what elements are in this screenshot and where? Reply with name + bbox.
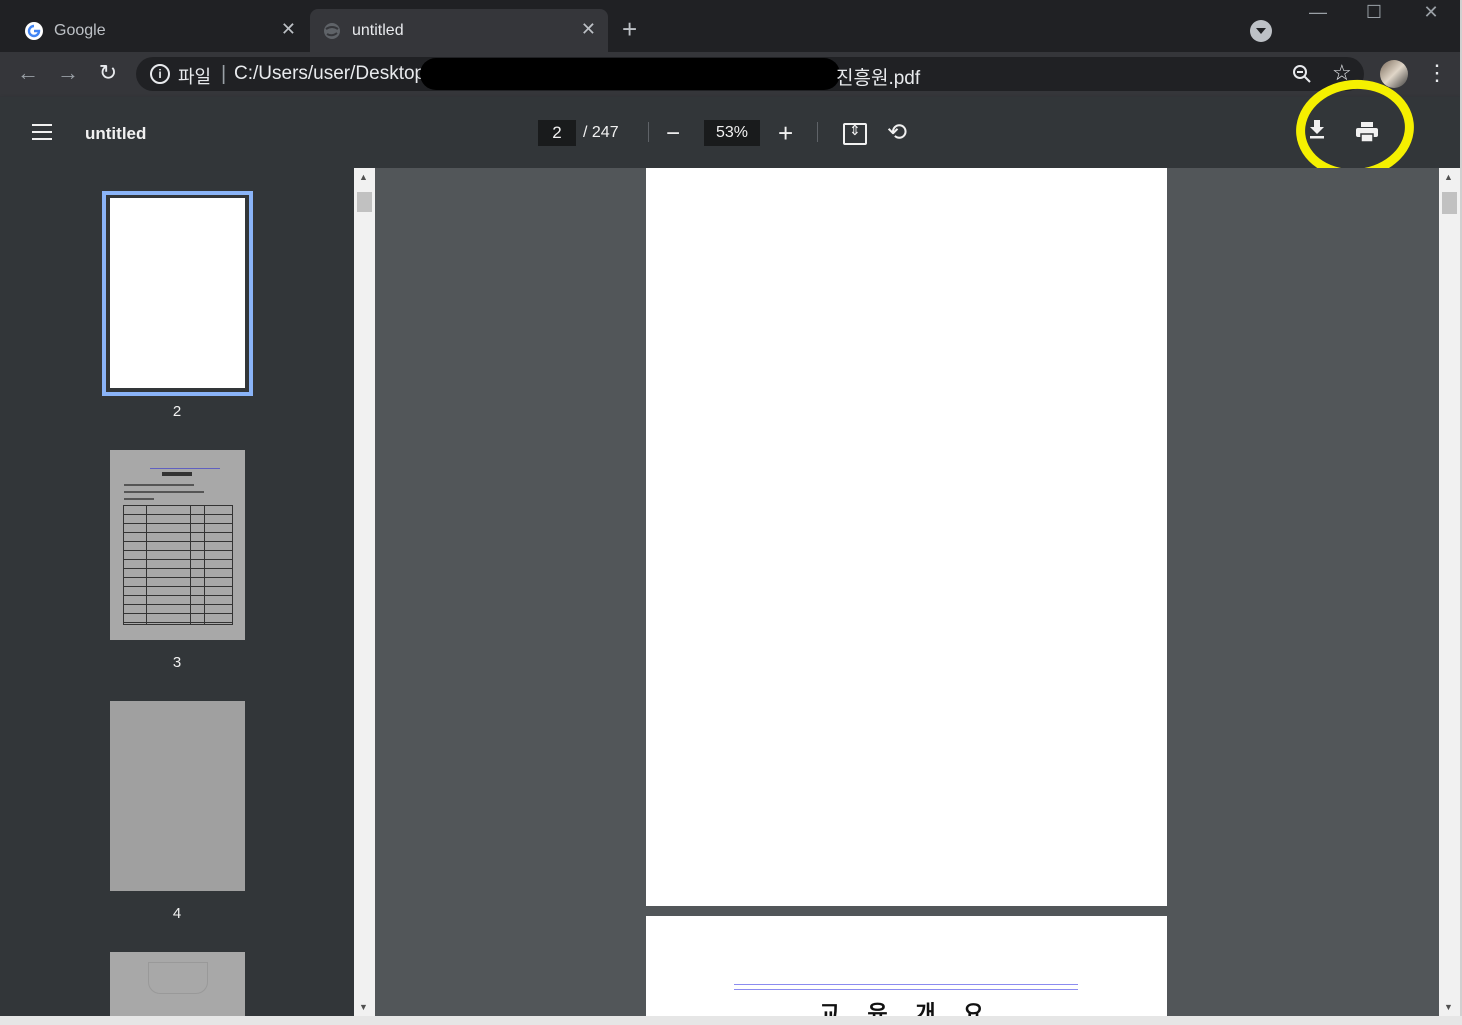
url-separator: |	[221, 63, 227, 85]
sidebar-scrollbar[interactable]: ▲ ▼	[354, 168, 375, 1016]
url-text-end[interactable]: 진흥원.pdf	[836, 63, 920, 90]
tab-title: Google	[54, 21, 106, 39]
thumbnail-heading-text	[162, 472, 192, 476]
thumbnail-table	[123, 505, 233, 625]
url-text-start[interactable]: C:/Users/user/Desktop/	[234, 63, 430, 85]
tab-google[interactable]: Google ✕	[12, 9, 308, 52]
thumbnail-emblem	[148, 962, 208, 994]
pdf-page-3: 교 육 개 요	[646, 916, 1167, 1016]
maximize-button[interactable]: ☐	[1351, 2, 1397, 23]
google-g-icon	[25, 21, 43, 40]
scroll-up-arrow[interactable]: ▲	[1444, 172, 1453, 182]
info-icon[interactable]: i	[150, 64, 170, 84]
minimize-button[interactable]: —	[1295, 2, 1341, 23]
thumbnail-label: 4	[172, 905, 182, 922]
page-number-input[interactable]: 2	[538, 120, 576, 146]
zoom-in-button[interactable]: +	[778, 118, 793, 149]
back-icon[interactable]: ←	[14, 60, 42, 86]
scroll-up-arrow[interactable]: ▲	[359, 172, 368, 182]
close-tab-icon[interactable]: ✕	[581, 19, 596, 40]
heading-rule	[734, 984, 1078, 990]
thumbnail-page-5[interactable]	[110, 952, 245, 1016]
thumbnail-page-3[interactable]	[110, 450, 245, 640]
url-scheme-label: 파일	[178, 67, 212, 87]
page-heading: 교 육 개 요	[819, 1002, 994, 1016]
tab-search-icon[interactable]	[1250, 20, 1272, 42]
document-title: untitled	[85, 124, 147, 143]
zoom-level-input[interactable]: 53%	[704, 120, 760, 146]
tab-title: untitled	[352, 21, 404, 39]
fit-to-page-icon[interactable]	[843, 122, 867, 145]
pdf-page-2	[646, 168, 1167, 906]
thumbnail-label: 2	[172, 403, 182, 420]
forward-icon[interactable]: →	[54, 60, 82, 86]
thumbnail-heading-line	[150, 468, 220, 469]
browser-menu-icon[interactable]: ⋮	[1426, 60, 1448, 86]
menu-icon[interactable]	[32, 124, 52, 145]
thumbnail-page-2[interactable]	[110, 198, 245, 388]
thumbnail-page-4[interactable]	[110, 701, 245, 891]
redaction-mark	[420, 58, 840, 90]
zoom-icon[interactable]	[1292, 64, 1312, 89]
new-tab-button[interactable]: +	[622, 14, 637, 45]
window-bottom-edge	[0, 1016, 1462, 1025]
close-window-button[interactable]: ✕	[1408, 2, 1454, 23]
zoom-out-button[interactable]: −	[666, 120, 680, 148]
close-tab-icon[interactable]: ✕	[281, 19, 296, 40]
scroll-down-arrow[interactable]: ▼	[359, 1002, 368, 1012]
globe-icon	[324, 22, 340, 39]
viewer-scrollbar[interactable]: ▲ ▼	[1439, 168, 1460, 1016]
toolbar-divider	[817, 122, 818, 142]
scroll-down-arrow[interactable]: ▼	[1444, 1002, 1453, 1012]
reload-icon[interactable]: ↻	[94, 60, 122, 86]
thumbnail-label: 3	[172, 654, 182, 671]
toolbar-divider	[648, 122, 649, 142]
thumbnail-text-lines	[124, 484, 204, 500]
profile-avatar[interactable]	[1380, 60, 1408, 88]
sidebar-scroll-thumb[interactable]	[357, 192, 372, 212]
tab-untitled[interactable]: untitled ✕	[310, 9, 608, 52]
page-total: / 247	[583, 124, 619, 141]
viewer-scroll-thumb[interactable]	[1442, 192, 1457, 214]
rotate-icon[interactable]: ⟲	[887, 118, 907, 147]
